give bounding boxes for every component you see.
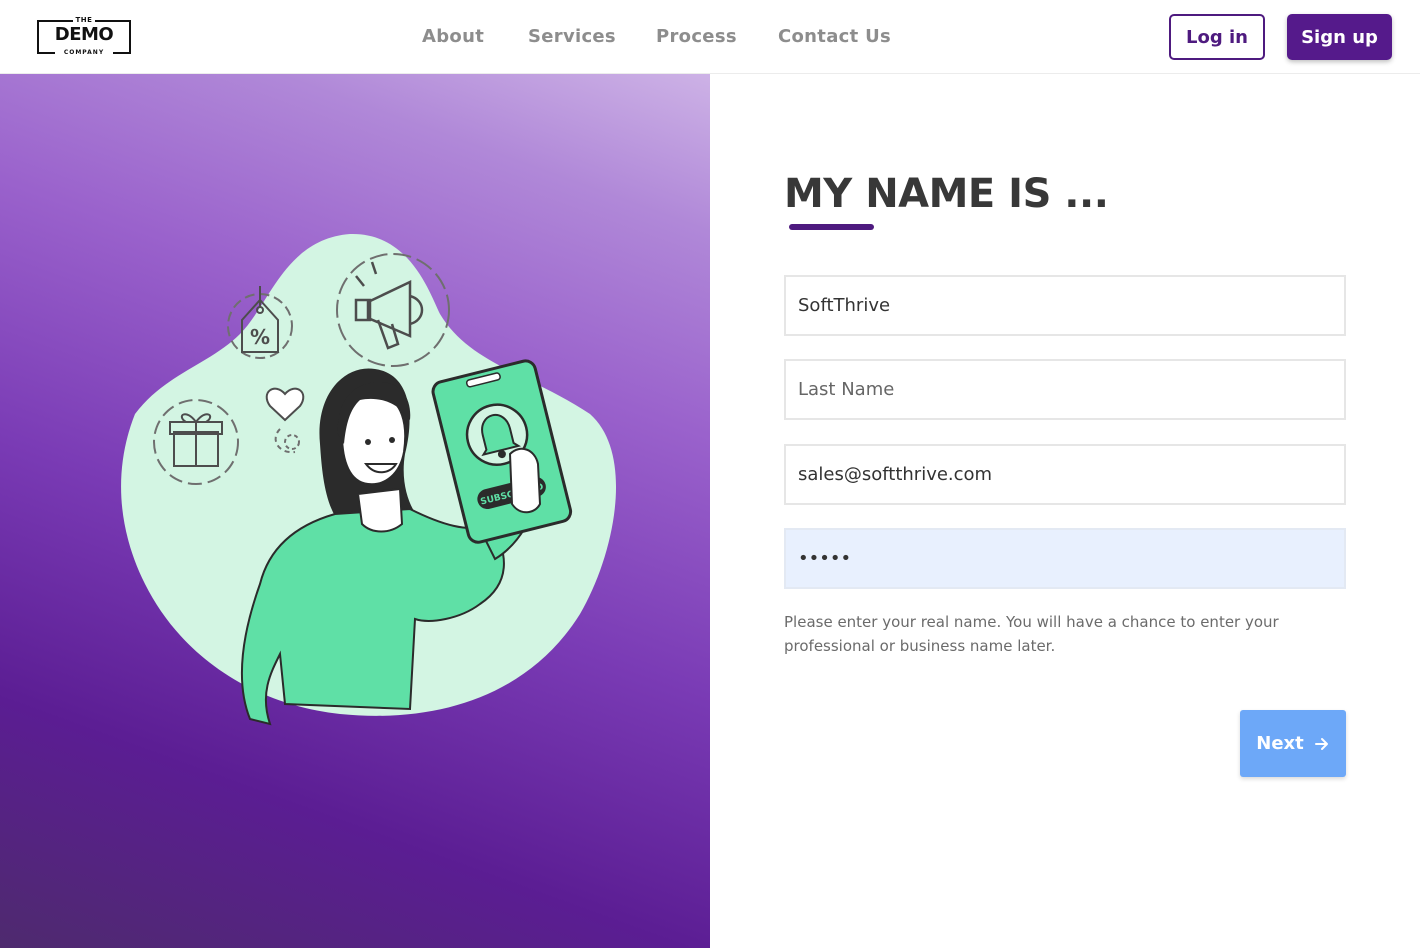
arrow-right-icon (1314, 737, 1328, 750)
title-underline (789, 224, 874, 230)
email-input[interactable] (784, 444, 1346, 505)
woman-phone-illustration: % (121, 233, 617, 726)
nav-contact-us[interactable]: Contact Us (778, 24, 891, 50)
name-hint-text: Please enter your real name. You will ha… (784, 613, 1279, 655)
next-button-label: Next (1256, 733, 1304, 754)
next-button[interactable]: Next (1240, 710, 1346, 777)
password-input[interactable] (784, 528, 1346, 589)
first-name-input[interactable] (784, 275, 1346, 336)
form-title: MY NAME IS ... (784, 171, 1109, 217)
nav-about[interactable]: About (422, 24, 484, 50)
login-button[interactable]: Log in (1169, 14, 1265, 60)
nav-process[interactable]: Process (656, 24, 737, 50)
last-name-input[interactable] (784, 359, 1346, 420)
hero-illustration-panel: % (0, 74, 710, 948)
company-logo[interactable]: THE DEMO COMPANY (37, 15, 131, 57)
top-header: THE DEMO COMPANY About Services Process … (0, 0, 1420, 74)
price-tag-label: % (250, 325, 270, 349)
signup-button[interactable]: Sign up (1287, 14, 1392, 60)
logo-company: COMPANY (55, 48, 113, 57)
nav-services[interactable]: Services (528, 24, 616, 50)
logo-demo: DEMO (54, 24, 114, 45)
